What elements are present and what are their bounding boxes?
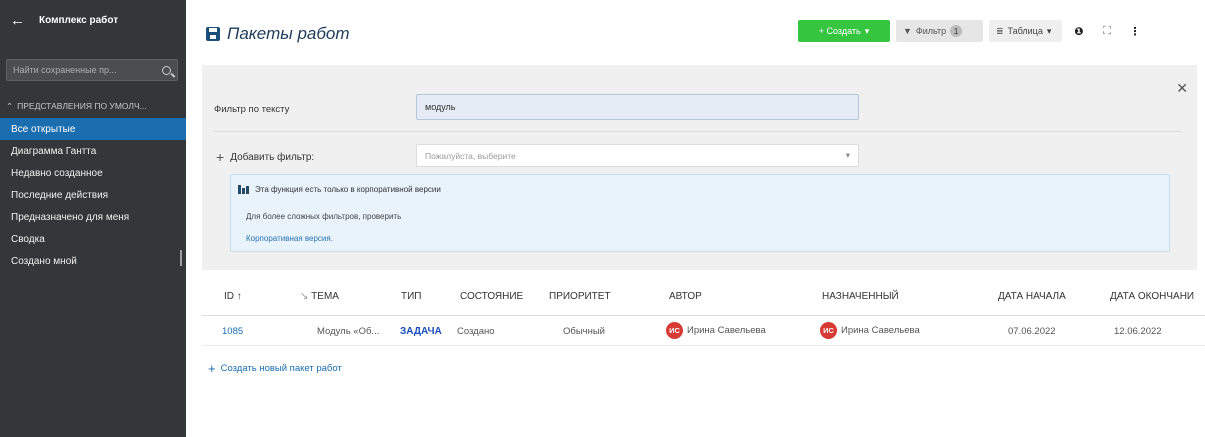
create-new-work-package-link[interactable]: + Создать новый пакет работ [208, 361, 342, 376]
column-subject-label: ТЕМА [311, 291, 339, 302]
create-button[interactable]: + Создать ▾ [798, 20, 890, 42]
table-icon: ≣ [996, 25, 1004, 36]
filter-panel: ✕ Фильтр по тексту модуль + Добавить фил… [202, 65, 1197, 270]
close-icon[interactable]: ✕ [1176, 80, 1188, 97]
filter-button[interactable]: ▼ Фильтр 1 [896, 20, 983, 42]
column-id[interactable]: ID ↑ [224, 291, 242, 302]
row-priority[interactable]: Обычный [563, 326, 605, 337]
column-assignee[interactable]: НАЗНАЧЕННЫЙ [822, 291, 899, 302]
row-assignee-name: Ирина Савельева [841, 325, 920, 336]
sidebar-header: ← Комплекс работ [0, 0, 186, 40]
enterprise-notice-text: Для более сложных фильтров, проверить [246, 212, 402, 221]
more-menu-icon[interactable]: ⋮ [1124, 20, 1146, 42]
hierarchy-icon: ↘ [300, 291, 309, 302]
column-priority[interactable]: ПРИОРИТЕТ [549, 291, 611, 302]
sidebar-item-gantt[interactable]: Диаграмма Гантта [0, 140, 186, 162]
filter-count-badge: 1 [950, 25, 963, 37]
sidebar-item-all-open[interactable]: Все открытые [0, 118, 186, 140]
sidebar-item-latest-activity[interactable]: Последние действия [0, 184, 186, 206]
filter-icon: ▼ [903, 26, 912, 36]
table-header-divider [202, 315, 1205, 316]
caret-down-icon: ▾ [1046, 25, 1052, 36]
fullscreen-icon[interactable]: ⛶ [1096, 20, 1118, 42]
sidebar-item-assigned-to-me[interactable]: Предназначено для меня [0, 206, 186, 228]
filter-button-label: Фильтр [915, 26, 947, 36]
row-status[interactable]: Создано [457, 326, 495, 337]
text-filter-input[interactable]: модуль [416, 94, 859, 120]
sidebar-search-input[interactable]: Найти сохраненные пр... [6, 59, 178, 81]
sidebar-section-default-views[interactable]: ⌃ ПРЕДСТАВЛЕНИЯ ПО УМОЛЧ... [0, 96, 186, 116]
page-title-text: Пакеты работ [227, 24, 350, 43]
column-start-date[interactable]: ДАТА НАЧАЛА [998, 291, 1066, 302]
row-author[interactable]: ИС Ирина Савельева [666, 322, 766, 339]
row-subject[interactable]: Модуль «Об... [317, 326, 379, 337]
row-author-name: Ирина Савельева [687, 325, 766, 336]
create-new-work-package-label: Создать новый пакет работ [220, 363, 342, 374]
search-icon[interactable] [162, 65, 171, 75]
column-type[interactable]: ТИП [401, 291, 421, 302]
column-end-date[interactable]: ДАТА ОКОНЧАНИ [1110, 291, 1194, 302]
sidebar-section-label: ПРЕДСТАВЛЕНИЯ ПО УМОЛЧ... [17, 101, 147, 111]
row-start-date[interactable]: 07.06.2022 [1008, 326, 1056, 337]
enterprise-notice: Эта функция есть только в корпоративной … [230, 174, 1170, 252]
column-author[interactable]: АВТОР [669, 291, 702, 302]
column-id-label: ID [224, 291, 234, 302]
table-row[interactable]: 1085 Модуль «Об... ЗАДАЧА Создано Обычны… [202, 322, 1205, 342]
table-header: ID ↑ ↘ ТЕМА ТИП СОСТОЯНИЕ ПРИОРИТЕТ АВТО… [202, 287, 1205, 309]
table-row-divider [202, 345, 1205, 346]
divider [214, 131, 1182, 132]
sidebar-item-created-by-me[interactable]: Создано мной [0, 250, 186, 272]
bar-chart-icon [238, 185, 249, 194]
create-button-label: + Создать [818, 26, 861, 36]
table-view-button[interactable]: ≣ Таблица ▾ [989, 20, 1062, 42]
enterprise-notice-header: Эта функция есть только в корпоративной … [238, 185, 441, 194]
add-filter-text: Добавить фильтр: [230, 151, 315, 163]
table-view-label: Таблица [1007, 26, 1043, 36]
sidebar-title: Комплекс работ [39, 14, 119, 26]
row-id-link[interactable]: 1085 [222, 326, 243, 337]
enterprise-notice-title: Эта функция есть только в корпоративной … [255, 185, 441, 194]
column-subject[interactable]: ↘ ТЕМА [300, 291, 339, 302]
row-end-date[interactable]: 12.06.2022 [1114, 326, 1162, 337]
avatar: ИС [666, 322, 683, 339]
sidebar-item-summary[interactable]: Сводка [0, 228, 186, 250]
save-icon[interactable] [206, 27, 220, 41]
sidebar: ← Комплекс работ Найти сохраненные пр...… [0, 0, 186, 437]
row-assignee[interactable]: ИС Ирина Савельева [820, 322, 920, 339]
enterprise-version-link[interactable]: Корпоративная версия. [246, 234, 333, 243]
caret-down-icon: ▾ [864, 25, 870, 36]
text-filter-label: Фильтр по тексту [214, 104, 290, 115]
arrow-left-icon[interactable]: ← [10, 12, 25, 29]
sort-arrow-up-icon: ↑ [236, 291, 242, 302]
sidebar-item-recently-created[interactable]: Недавно созданное [0, 162, 186, 184]
column-status[interactable]: СОСТОЯНИЕ [460, 291, 523, 302]
plus-icon: + [208, 361, 216, 376]
main-content: Пакеты работ + Создать ▾ ▼ Фильтр 1 ≣ Та… [186, 0, 1205, 437]
chevron-down-icon: ▾ [845, 150, 850, 160]
row-type[interactable]: ЗАДАЧА [400, 326, 442, 337]
sidebar-items: Все открытые Диаграмма Гантта Недавно со… [0, 118, 186, 272]
page-title: Пакеты работ [206, 24, 350, 44]
add-filter-select[interactable]: Пожалуйста, выберите ▾ [416, 144, 859, 167]
info-icon[interactable]: ❶ [1068, 20, 1090, 42]
avatar: ИС [820, 322, 837, 339]
toolbar: + Создать ▾ ▼ Фильтр 1 ≣ Таблица ▾ ❶ ⛶ ⋮ [798, 20, 1146, 42]
plus-icon: + [216, 149, 225, 165]
chevron-up-icon: ⌃ [6, 100, 14, 111]
sidebar-search-placeholder: Найти сохраненные пр... [13, 65, 117, 75]
add-filter-label: + Добавить фильтр: [216, 149, 314, 165]
add-filter-placeholder: Пожалуйста, выберите [425, 150, 516, 161]
sidebar-scrollbar[interactable] [180, 250, 182, 266]
